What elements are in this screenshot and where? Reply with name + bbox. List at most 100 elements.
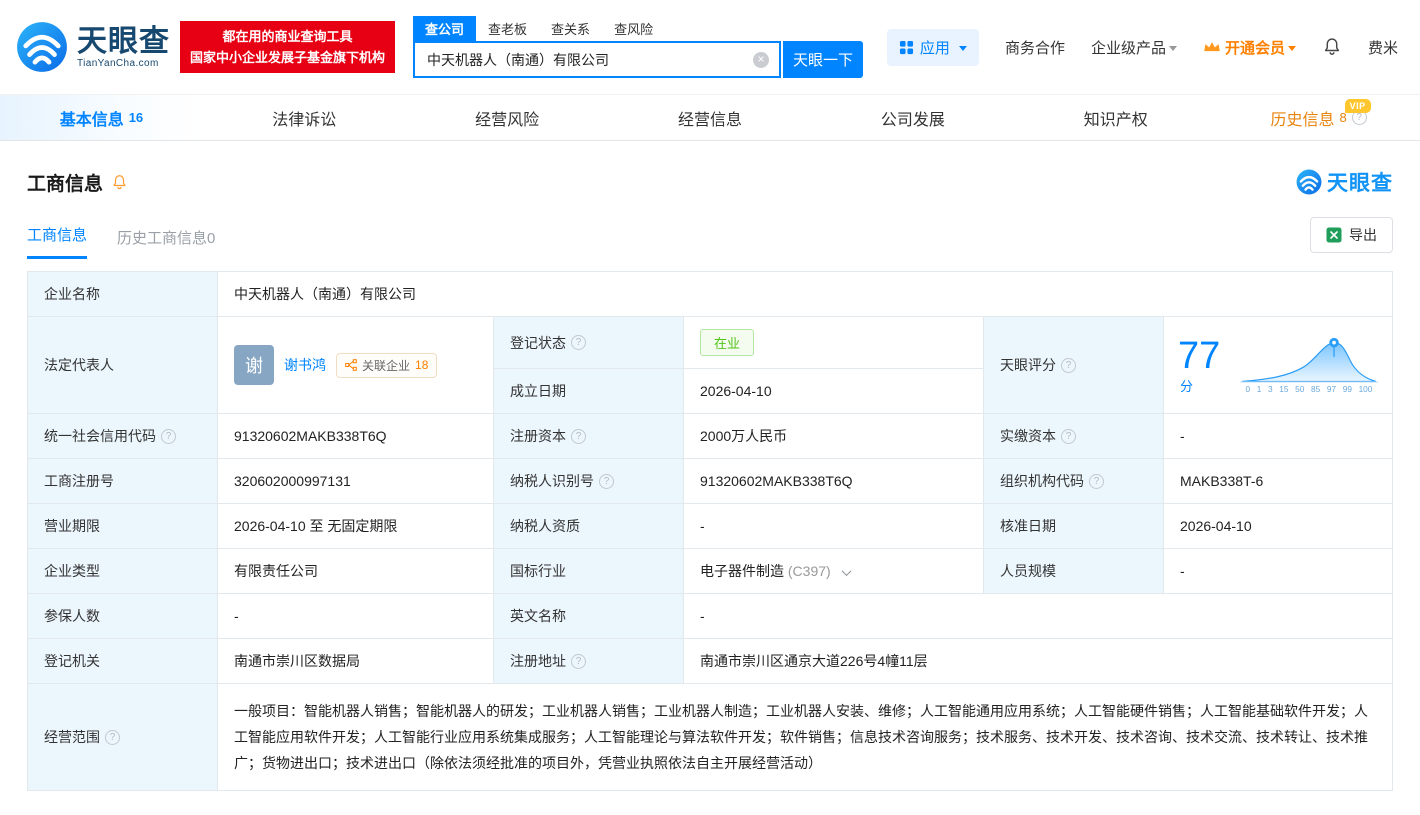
credit-code-label: 统一社会信用代码 bbox=[28, 414, 218, 459]
search-tab-relation[interactable]: 查关系 bbox=[539, 16, 602, 41]
org-code-label: 组织机构代码 bbox=[984, 459, 1164, 504]
company-type-value: 有限责任公司 bbox=[218, 549, 494, 594]
english-name-label: 英文名称 bbox=[494, 594, 684, 639]
table-row: 参保人数 - 英文名称 - bbox=[28, 594, 1393, 639]
subtab-business-info[interactable]: 工商信息 bbox=[27, 224, 87, 259]
subscribe-bell-icon[interactable] bbox=[111, 174, 128, 191]
table-row: 统一社会信用代码 91320602MAKB338T6Q 注册资本 2000万人民… bbox=[28, 414, 1393, 459]
help-icon[interactable] bbox=[1061, 429, 1076, 444]
search-tabs: 查公司 查老板 查关系 查风险 bbox=[413, 16, 863, 41]
credit-code-value: 91320602MAKB338T6Q bbox=[218, 414, 494, 459]
help-icon[interactable] bbox=[105, 730, 120, 745]
related-companies-tag[interactable]: 关联企业 18 bbox=[336, 353, 437, 378]
search-tab-company[interactable]: 查公司 bbox=[413, 16, 476, 41]
business-scope-label: 经营范围 bbox=[28, 684, 218, 791]
company-name-value: 中天机器人（南通）有限公司 bbox=[218, 272, 1393, 317]
taxpayer-id-label: 纳税人识别号 bbox=[494, 459, 684, 504]
help-icon[interactable] bbox=[1061, 358, 1076, 373]
help-icon[interactable] bbox=[571, 429, 586, 444]
search-input-wrap bbox=[413, 41, 781, 78]
tab-label: 经营信息 bbox=[678, 106, 742, 130]
help-icon[interactable] bbox=[571, 654, 586, 669]
help-icon[interactable] bbox=[599, 474, 614, 489]
org-network-icon bbox=[345, 359, 357, 371]
reg-number-label: 工商注册号 bbox=[28, 459, 218, 504]
reg-address-value: 南通市崇川区通京大道226号4幢11层 bbox=[684, 639, 1393, 684]
taxpayer-quality-value: - bbox=[684, 504, 984, 549]
notification-bell-icon[interactable] bbox=[1322, 37, 1342, 57]
industry-value[interactable]: 电子器件制造 (C397) bbox=[684, 549, 984, 594]
insured-count-label: 参保人数 bbox=[28, 594, 218, 639]
subtab-history-business-info[interactable]: 历史工商信息0 bbox=[117, 227, 215, 259]
taxpayer-id-value: 91320602MAKB338T6Q bbox=[684, 459, 984, 504]
approval-date-value: 2026-04-10 bbox=[1164, 504, 1393, 549]
score-label: 天眼评分 bbox=[984, 317, 1164, 414]
table-row: 经营范围 一般项目：智能机器人销售；智能机器人的研发；工业机器人销售；工业机器人… bbox=[28, 684, 1393, 791]
english-name-value: - bbox=[684, 594, 1393, 639]
chevron-down-icon[interactable] bbox=[841, 566, 851, 576]
search-button[interactable]: 天眼一下 bbox=[783, 41, 863, 78]
help-icon[interactable] bbox=[161, 429, 176, 444]
apps-menu-label: 应用 bbox=[920, 37, 950, 58]
watermark-brand-text: 天眼查 bbox=[1327, 167, 1393, 197]
tab-label: 基本信息 bbox=[60, 106, 124, 130]
excel-icon bbox=[1326, 227, 1342, 243]
table-row: 营业期限 2026-04-10 至 无固定期限 纳税人资质 - 核准日期 202… bbox=[28, 504, 1393, 549]
export-button[interactable]: 导出 bbox=[1310, 217, 1393, 253]
search-tab-risk[interactable]: 查风险 bbox=[602, 16, 665, 41]
help-icon[interactable] bbox=[571, 335, 586, 350]
related-companies-label: 关联企业 bbox=[362, 357, 410, 374]
reg-address-label: 注册地址 bbox=[494, 639, 684, 684]
apps-grid-icon bbox=[899, 40, 914, 55]
apps-menu-button[interactable]: 应用 bbox=[887, 29, 979, 66]
tianyancha-logo[interactable]: 天眼查 TianYanCha.com bbox=[16, 21, 170, 73]
nav-user-name[interactable]: 费米 bbox=[1368, 37, 1398, 58]
reg-capital-label: 注册资本 bbox=[494, 414, 684, 459]
chevron-down-icon bbox=[959, 46, 967, 55]
tab-legal-proceedings[interactable]: 法律诉讼 bbox=[203, 95, 406, 140]
tab-company-development[interactable]: 公司发展 bbox=[811, 95, 1014, 140]
tab-operating-info[interactable]: 经营信息 bbox=[609, 95, 812, 140]
chevron-down-icon bbox=[1288, 46, 1296, 55]
reg-number-value: 320602000997131 bbox=[218, 459, 494, 504]
top-right-nav: 应用 商务合作 企业级产品 开通会员 费米 bbox=[887, 29, 1398, 66]
tab-basic-info[interactable]: 基本信息 16 bbox=[0, 95, 203, 140]
taxpayer-quality-label: 纳税人资质 bbox=[494, 504, 684, 549]
approval-date-label: 核准日期 bbox=[984, 504, 1164, 549]
nav-business-cooperation[interactable]: 商务合作 bbox=[1005, 37, 1065, 58]
company-tab-bar: 基本信息 16 法律诉讼 经营风险 经营信息 公司发展 知识产权 VIP 历史信… bbox=[0, 95, 1420, 141]
crown-icon bbox=[1203, 40, 1221, 54]
tab-intellectual-property[interactable]: 知识产权 bbox=[1014, 95, 1217, 140]
tab-count: 16 bbox=[129, 110, 143, 125]
legal-rep-avatar[interactable]: 谢 bbox=[234, 345, 274, 385]
logo-domain: TianYanCha.com bbox=[77, 58, 170, 69]
related-companies-count: 18 bbox=[415, 358, 428, 372]
legal-rep-name-link[interactable]: 谢书鸿 bbox=[284, 355, 326, 375]
tab-operating-risk[interactable]: 经营风险 bbox=[406, 95, 609, 140]
search-input[interactable] bbox=[415, 43, 779, 76]
reg-status-label: 登记状态 bbox=[494, 317, 684, 369]
nav-enterprise-products[interactable]: 企业级产品 bbox=[1091, 37, 1177, 58]
nav-open-membership[interactable]: 开通会员 bbox=[1203, 37, 1296, 58]
chevron-down-icon bbox=[1169, 46, 1177, 55]
tab-label: 经营风险 bbox=[475, 106, 539, 130]
company-name-label: 企业名称 bbox=[28, 272, 218, 317]
business-info-table: 企业名称 中天机器人（南通）有限公司 法定代表人 谢 谢书鸿 关 bbox=[27, 271, 1393, 791]
search-tab-boss[interactable]: 查老板 bbox=[476, 16, 539, 41]
help-icon[interactable] bbox=[1089, 474, 1104, 489]
slogan-line-1: 都在用的商业查询工具 bbox=[190, 26, 385, 47]
open-membership-label: 开通会员 bbox=[1225, 37, 1285, 58]
reg-capital-value: 2000万人民币 bbox=[684, 414, 984, 459]
staff-size-value: - bbox=[1164, 549, 1393, 594]
legal-rep-cell: 谢 谢书鸿 关联企业 18 bbox=[218, 317, 494, 414]
insured-count-value: - bbox=[218, 594, 494, 639]
enterprise-products-label: 企业级产品 bbox=[1091, 37, 1166, 58]
status-badge: 在业 bbox=[700, 329, 754, 356]
reg-authority-value: 南通市崇川区数据局 bbox=[218, 639, 494, 684]
table-row: 登记机关 南通市崇川区数据局 注册地址 南通市崇川区通京大道226号4幢11层 bbox=[28, 639, 1393, 684]
clear-search-icon[interactable] bbox=[753, 52, 769, 68]
tab-label: 知识产权 bbox=[1084, 106, 1148, 130]
subtab-row: 工商信息 历史工商信息0 导出 bbox=[0, 197, 1420, 259]
industry-code: (C397) bbox=[788, 563, 831, 579]
tab-history-info[interactable]: VIP 历史信息 8 bbox=[1217, 95, 1420, 140]
